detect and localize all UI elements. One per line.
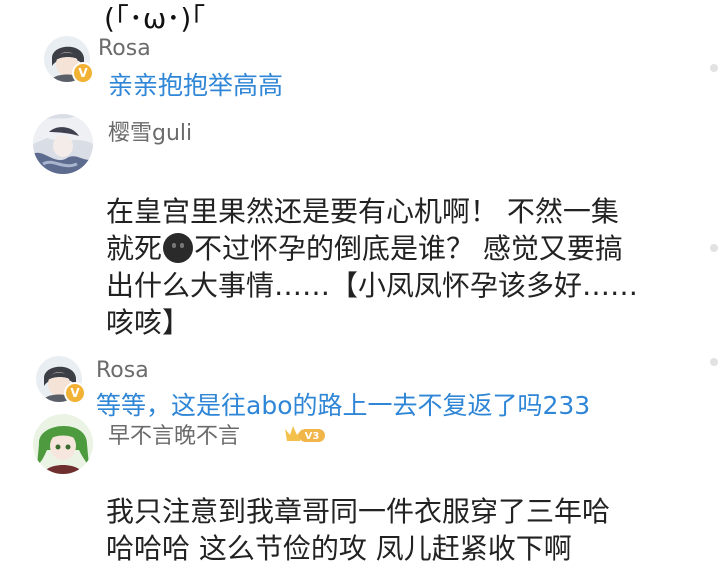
previous-comment-text: (｢･ω･)｢ (104, 2, 206, 35)
username[interactable]: Rosa (96, 358, 149, 383)
comment-text: 我只注意到我章哥同一件衣服穿了三年哈 哈哈哈 这么节俭的攻 凤儿赶紧收下啊 (106, 493, 706, 567)
comment-line: 就死 不过怀孕的倒底是谁？ 感觉又要搞 (106, 232, 623, 265)
avatar[interactable] (33, 414, 93, 474)
reply-text: 等等，这是往abo的路上一去不复返了吗233 (96, 391, 591, 420)
crown-level-icon: V3 (285, 426, 325, 442)
scroll-indicator (710, 244, 718, 252)
comment-line: 哈哈哈 这么节俭的攻 凤儿赶紧收下啊 (106, 532, 572, 565)
v-verified-icon: V (64, 382, 86, 404)
scroll-indicator (710, 64, 718, 72)
comment-line: 出什么大事情……【小凤凤怀孕该多好…… (106, 269, 639, 302)
black-face-emoji-icon (163, 233, 194, 263)
comment-line: 我只注意到我章哥同一件衣服穿了三年哈 (106, 495, 611, 528)
comment-line: 咳咳】 (106, 306, 191, 339)
avatar[interactable] (33, 114, 93, 174)
scroll-indicator (710, 358, 718, 366)
username[interactable]: Rosa (98, 36, 151, 61)
username[interactable]: 樱雪guli (108, 115, 192, 147)
svg-text:V3: V3 (305, 431, 320, 442)
comment-text: 在皇宫里果然还是要有心机啊！ 不然一集 就死 不过怀孕的倒底是谁？ 感觉又要搞 出… (106, 193, 706, 341)
comment-line: 在皇宫里果然还是要有心机啊！ 不然一集 (106, 195, 619, 228)
reply-text: 亲亲抱抱举高高 (108, 71, 284, 100)
v-verified-icon: V (72, 62, 94, 84)
username[interactable]: 早不言晚不言 (108, 418, 240, 450)
